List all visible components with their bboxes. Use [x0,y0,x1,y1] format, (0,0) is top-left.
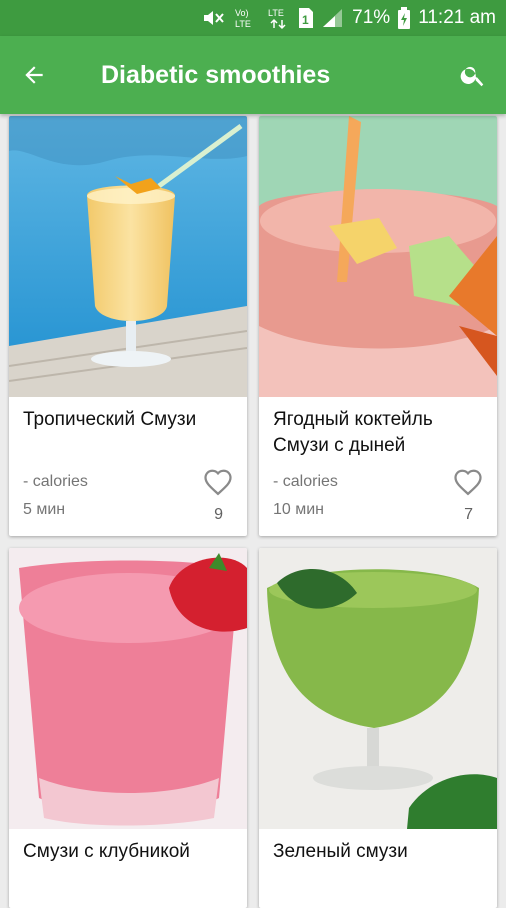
search-icon [460,66,484,87]
arrow-back-icon [25,66,43,84]
recipe-time: 10 мин [273,501,325,518]
favorite-heart-icon[interactable] [203,468,233,496]
app-bar: Diabetic smoothies [0,36,506,114]
back-button[interactable] [0,36,68,114]
volte-icon: Vo) LTE [234,6,260,30]
recipe-time: 5 мин [23,501,66,518]
mute-icon [202,8,226,28]
recipe-card[interactable]: Тропический Смузи - calories 5 мин 9 [9,116,247,536]
lte-icon: LTE [268,6,290,30]
recipe-photo [259,548,497,829]
recipe-photo [259,116,497,397]
svg-text:Vo): Vo) [235,8,249,18]
svg-text:LTE: LTE [268,8,284,18]
recipe-name: Зеленый смузи [273,841,408,862]
battery-percent: 71% [352,7,391,28]
recipe-name: Тропический Смузи [23,409,197,430]
clock: 11:21 am [418,7,496,28]
recipe-card[interactable]: Ягодный коктейль Смузи с дыней - calorie… [259,116,497,536]
status-bar: Vo) LTE LTE 1 71% 11:21 am [0,0,506,36]
page-title: Diabetic smoothies [101,60,331,89]
recipe-grid: Тропический Смузи - calories 5 мин 9 Яго… [0,114,506,908]
svg-text:LTE: LTE [235,19,251,29]
recipe-photo [9,548,247,829]
signal-icon [322,8,344,28]
recipe-calories: - calories [23,473,88,490]
recipe-name: Ягодный коктейль Смузи с дыней [273,409,433,456]
like-count: 9 [214,506,223,523]
recipe-card[interactable]: Зеленый смузи [259,548,497,908]
recipe-calories: - calories [273,473,338,490]
favorite-heart-icon[interactable] [453,468,483,496]
sim-icon: 1 [298,7,314,29]
battery-charging-icon [398,7,411,29]
search-button[interactable] [440,36,506,114]
like-count: 7 [464,506,473,523]
recipe-photo [9,116,247,397]
recipe-card[interactable]: Смузи с клубникой [9,548,247,908]
svg-text:1: 1 [302,13,309,27]
recipe-name: Смузи с клубникой [23,841,190,862]
